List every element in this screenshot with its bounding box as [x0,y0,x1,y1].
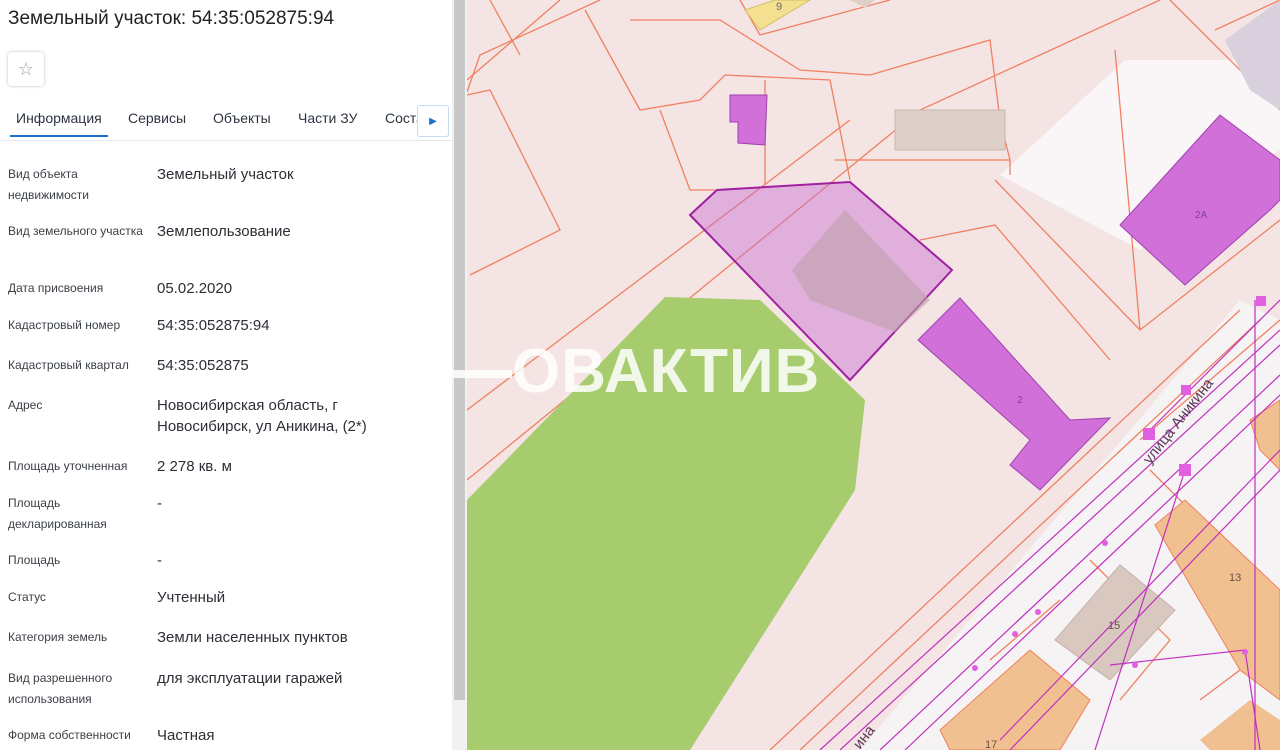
building-number-13: 13 [1229,572,1241,584]
field-label: Дата присвоения [8,281,104,295]
field-label: Кадастровый квартал [8,358,129,372]
building-number-2: 2 [1017,395,1023,406]
status-value: Учтенный [157,589,226,606]
watermark: ОВАКТИВ [512,337,821,406]
grey-building-top [894,109,1006,151]
building-number-2a: 2А [1195,210,1208,221]
page-title: Земельный участок: 54:35:052875:94 [8,8,335,29]
field-label: Вид земельного участка [8,224,143,238]
field-label: Площадь уточненная [8,459,128,473]
tab-services[interactable]: Сервисы [128,110,186,126]
field-value: 2 278 кв. м [157,458,232,475]
field-label: Адрес [8,398,43,412]
building-number-15: 15 [1108,620,1120,632]
tab-information[interactable]: Информация [10,110,108,137]
tabs-next-button[interactable]: ▶ [417,105,449,137]
scrollbar-thumb[interactable] [454,0,465,700]
info-panel: Земельный участок: 54:35:052875:94 ☆ Инф… [0,0,452,750]
star-outline-icon: ☆ [17,58,35,79]
field-value: Землепользование [157,223,291,240]
cadastral-number-value: 54:35:052875:94 [157,317,270,334]
field-label: Площадь декларированная [8,496,107,531]
field-value: - [157,552,162,569]
field-value: Земельный участок [157,166,294,183]
tab-parts[interactable]: Части ЗУ [298,110,357,126]
field-value: Земли населенных пунктов [157,629,348,646]
building-number-17: 17 [985,739,997,750]
address-value: Новосибирская область, г Новосибирск, ул… [157,397,367,435]
tab-bar: Информация Сервисы Объекты Части ЗУ Сост… [0,108,452,141]
field-label: Кадастровый номер [8,318,121,332]
field-label: Вид объекта недвижимости [8,167,89,202]
field-value: - [157,495,162,512]
building-number-9: 9 [776,1,782,13]
field-value: для эксплуатации гаражей [157,670,343,687]
field-value: 05.02.2020 [157,280,233,297]
watermark-line [392,370,512,378]
field-value: Частная [157,727,215,744]
field-label: Площадь [8,553,61,567]
chevron-right-icon: ▶ [429,115,437,127]
field-label: Категория земель [8,630,108,644]
field-label: Вид разрешенного использования [8,671,113,706]
favorite-button[interactable]: ☆ [8,52,44,86]
tab-objects[interactable]: Объекты [213,110,271,126]
field-label: Статус [8,590,46,604]
field-label: Форма собственности [8,728,131,742]
